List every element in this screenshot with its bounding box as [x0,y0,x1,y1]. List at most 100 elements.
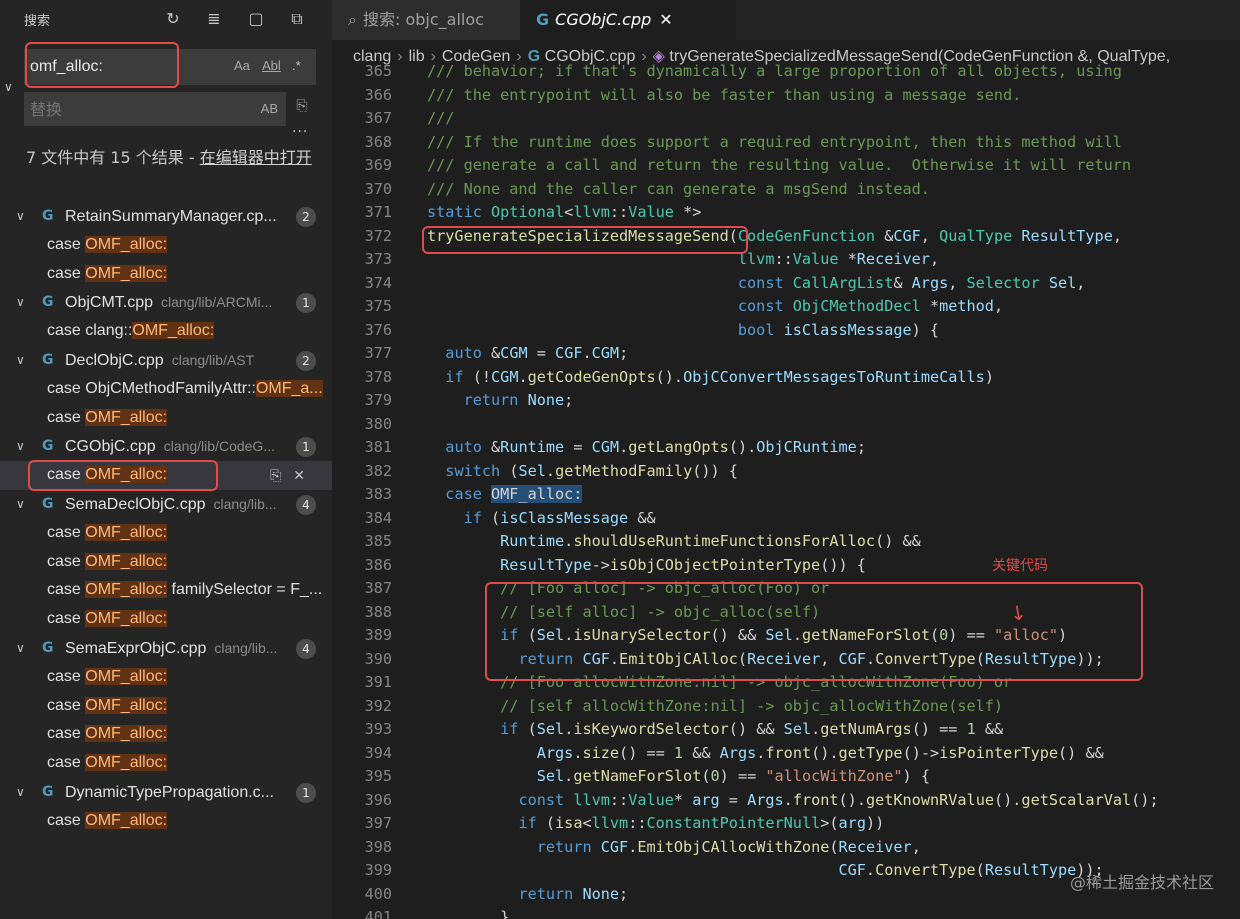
tab-cgobjc[interactable]: G CGObjC.cpp ✕ [520,0,736,40]
tab-search-results[interactable]: ⌕ 搜索: objc_alloc [332,0,520,40]
replace-box: AB [24,92,286,126]
chevron-down-icon[interactable]: ∨ [16,432,25,461]
result-match-row[interactable]: case OMF_alloc: [0,720,332,749]
code-token: :: [628,814,647,832]
cpp-file-icon: G [42,639,54,656]
collapse-all-icon[interactable]: ⧉ [286,8,308,30]
result-match-row[interactable]: case OMF_alloc: [0,548,332,577]
new-search-editor-icon[interactable]: ▢ [245,8,267,30]
preserve-case-icon[interactable]: AB [261,101,278,116]
code-token: return [518,649,583,668]
result-match-row[interactable]: case clang::OMF_alloc: [0,317,332,346]
chevron-down-icon[interactable]: ∨ [16,288,25,317]
chevron-down-icon[interactable]: ∨ [16,202,25,231]
chevron-down-icon[interactable]: ∨ [16,346,25,375]
code-token: return [536,837,601,856]
code-line: 371 static Optional<llvm::Value *> [332,201,1240,225]
replace-icon[interactable]: ⎘ [270,467,281,483]
result-file-row[interactable]: ∨ G DeclObjC.cpp clang/lib/AST 2 [0,346,332,375]
code-line: 365 /// behavior; if that's dynamically a… [332,60,1240,84]
code-token: /// [427,109,455,127]
match-prefix: case clang:: [47,322,133,340]
search-input[interactable] [30,55,220,79]
code-token: isObjCObjectPointerType [609,555,821,574]
result-file-row[interactable]: ∨ G RetainSummaryManager.cp... 2 [0,202,332,231]
result-match-row[interactable]: case OMF_alloc: [0,663,332,692]
code-token: ) { [911,320,940,339]
replace-all-icon[interactable]: ⎘ [291,98,313,120]
code-token: . [545,461,556,480]
result-match-row[interactable]: case OMF_alloc: familySelector = F_... [0,576,332,605]
replace-input[interactable] [30,97,230,121]
code-token: tryGenerateSpecializedMessageSend [427,226,729,245]
code-line: 369 /// generate a call and return the re… [332,154,1240,178]
line-number: 382 [364,461,392,480]
code-token: getCodeGenOpts [527,367,656,386]
result-file-row[interactable]: ∨ G CGObjC.cpp clang/lib/CodeG... 1 [0,432,332,461]
match-highlight: OMF_alloc: [85,696,168,714]
code-line: 374 const CallArgList& Args, Selector Se… [332,272,1240,296]
code-token: const [737,297,793,315]
code-token: // [self allocWithZone:nil] -> objc_allo… [500,696,1004,715]
dismiss-icon[interactable]: ✕ [293,467,305,483]
result-file-row[interactable]: ∨ G SemaExprObjC.cpp clang/lib... 4 [0,634,332,663]
result-file-row[interactable]: ∨ G DynamicTypePropagation.c... 1 [0,778,332,807]
result-match-row[interactable]: case ObjCMethodFamilyAttr::OMF_a... [0,375,332,404]
match-count-badge: 2 [296,350,316,371]
code-text: bool isClassMessage) { [427,319,939,343]
code-line: 372 tryGenerateSpecializedMessageSend(Cod… [332,225,1240,249]
match-whole-word-icon[interactable]: Abl [262,58,281,73]
watermark: @稀土掘金技术社区 [1069,873,1214,892]
result-match-row[interactable]: case OMF_alloc: [0,807,332,836]
regex-icon[interactable]: .* [292,58,301,73]
line-number: 389 [364,626,392,644]
refresh-icon[interactable]: ↻ [162,8,184,30]
code-token: . [564,532,574,550]
line-number: 395 [364,767,392,785]
line-number: 381 [364,438,392,456]
code-token: . [518,367,528,386]
code-token: 1 [966,720,976,738]
code-token: . [783,790,793,809]
code-token: Sel [536,626,565,644]
result-match-row[interactable]: case OMF_alloc: [0,692,332,721]
close-icon[interactable]: ✕ [659,10,672,29]
clear-results-icon[interactable]: ≣ [203,8,225,30]
chevron-down-icon[interactable]: ∨ [16,490,25,519]
chevron-down-icon[interactable]: ∨ [16,634,25,663]
code-token: , [911,837,921,856]
result-match-row[interactable]: case OMF_alloc: [0,404,332,433]
code-token: if [463,508,492,527]
open-in-editor-link[interactable]: 在编辑器中打开 [200,148,312,167]
code-token: (); [1131,790,1159,809]
code-token: (). [728,438,757,456]
result-match-row[interactable]: case OMF_alloc: ⎘ ✕ [0,461,332,490]
line-number: 366 [364,85,392,104]
code-line: 381 auto &Runtime = CGM.getLangOpts().Ob… [332,436,1240,460]
code-token: Sel [765,626,793,644]
search-icon: ⌕ [348,10,357,29]
chevron-down-icon[interactable]: ∨ [16,778,25,807]
result-match-row[interactable]: case OMF_alloc: [0,749,332,778]
result-match-row[interactable]: case OMF_alloc: [0,519,332,548]
cpp-file-icon: G [536,10,550,29]
result-file-row[interactable]: ∨ G ObjCMT.cpp clang/lib/ARCMi... 1 [0,288,332,317]
line-number: 394 [364,743,392,762]
code-token: ( [491,508,501,527]
result-match-row[interactable]: case OMF_alloc: [0,605,332,634]
toggle-replace-chevron-icon[interactable]: ∨ [4,80,13,94]
result-match-row[interactable]: case OMF_alloc: [0,231,332,260]
result-file-row[interactable]: ∨ G SemaDeclObjC.cpp clang/lib... 4 [0,490,332,519]
line-number: 386 [364,555,392,574]
more-options-icon[interactable]: ··· [292,124,308,140]
code-token: // [self alloc] -> objc_alloc(self) [500,602,821,621]
file-name: DynamicTypePropagation.c... [65,778,282,808]
result-match-row[interactable]: case OMF_alloc: [0,260,332,289]
code-token: . [564,767,574,785]
match-case-icon[interactable]: Aa [234,58,250,73]
code-view[interactable]: 365 /// behavior; if that's dynamically a… [332,60,1240,919]
